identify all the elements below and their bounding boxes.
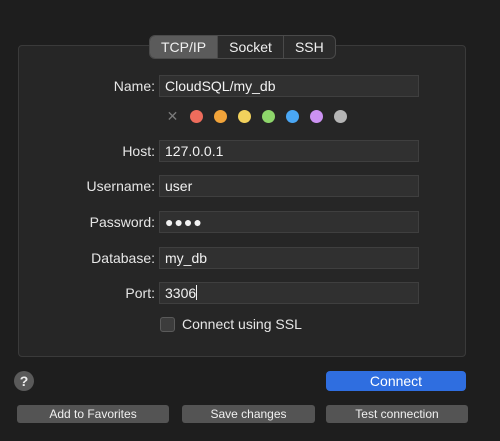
color-tag-orange[interactable] (214, 110, 227, 123)
username-field[interactable]: user (159, 175, 419, 197)
port-label: Port: (125, 285, 155, 301)
connection-type-tabs: TCP/IP Socket SSH (149, 35, 336, 59)
add-to-favorites-button[interactable]: Add to Favorites (17, 405, 169, 423)
color-tag-purple[interactable] (310, 110, 323, 123)
port-row: Port: (0, 282, 155, 304)
password-row: Password: (0, 211, 155, 233)
ssl-checkbox[interactable] (160, 316, 175, 332)
color-tag-picker: ✕ (166, 109, 347, 123)
port-value: 3306 (165, 285, 197, 301)
color-tag-green[interactable] (262, 110, 275, 123)
test-connection-button[interactable]: Test connection (326, 405, 468, 423)
database-label: Database: (91, 250, 155, 266)
database-field[interactable]: my_db (159, 247, 419, 269)
name-field[interactable]: CloudSQL/my_db (159, 75, 419, 97)
connect-button[interactable]: Connect (326, 371, 466, 391)
color-tag-gray[interactable] (334, 110, 347, 123)
color-tag-red[interactable] (190, 110, 203, 123)
color-tag-blue[interactable] (286, 110, 299, 123)
ssl-option[interactable]: Connect using SSL (160, 316, 302, 332)
username-label: Username: (86, 178, 155, 194)
password-label: Password: (89, 214, 155, 230)
tab-socket[interactable]: Socket (218, 36, 284, 58)
text-cursor (196, 285, 198, 300)
name-row: Name: (0, 75, 155, 97)
tab-tcp-ip[interactable]: TCP/IP (150, 36, 219, 58)
color-tag-yellow[interactable] (238, 110, 251, 123)
username-row: Username: (0, 175, 155, 197)
database-row: Database: (0, 247, 155, 269)
tab-ssh[interactable]: SSH (284, 36, 335, 58)
clear-color-icon[interactable]: ✕ (166, 109, 179, 123)
port-field[interactable]: 3306 (159, 282, 419, 304)
password-field[interactable]: ●●●● (159, 211, 419, 233)
name-label: Name: (113, 78, 155, 94)
help-icon[interactable]: ? (14, 371, 34, 391)
host-row: Host: (0, 140, 155, 162)
host-field[interactable]: 127.0.0.1 (159, 140, 419, 162)
save-changes-button[interactable]: Save changes (182, 405, 315, 423)
host-label: Host: (122, 143, 155, 159)
ssl-label: Connect using SSL (182, 316, 302, 332)
